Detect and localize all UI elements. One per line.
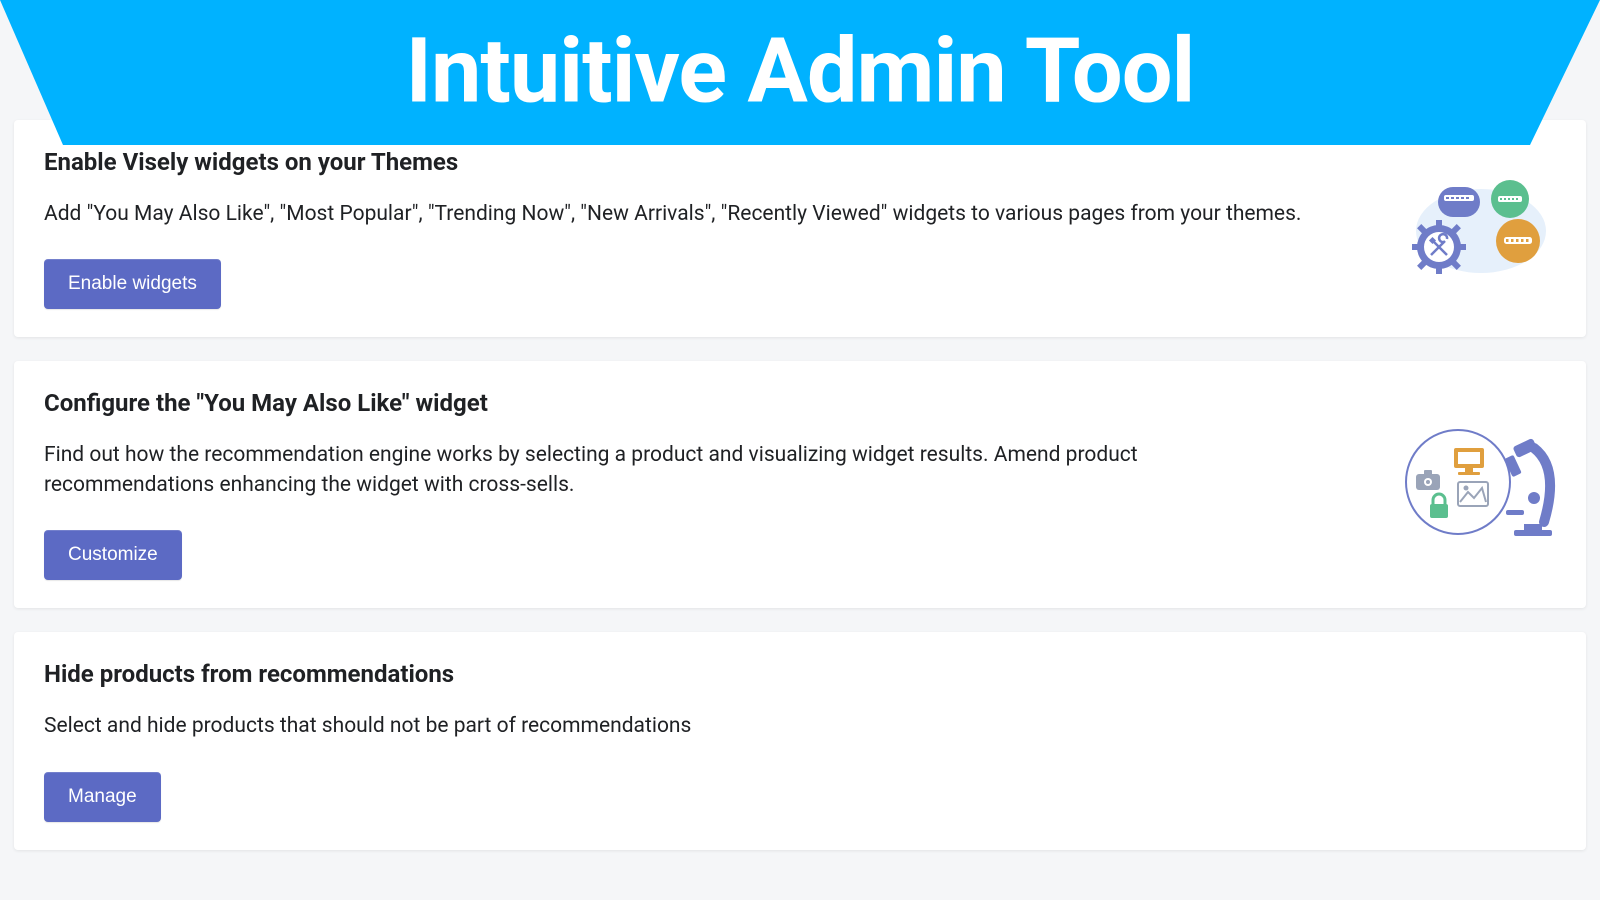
enable-widgets-button[interactable]: Enable widgets — [44, 259, 221, 309]
card-title: Enable Visely widgets on your Themes — [44, 148, 1324, 176]
manage-button[interactable]: Manage — [44, 772, 161, 822]
microscope-preview-icon — [1396, 420, 1556, 550]
customize-button[interactable]: Customize — [44, 530, 182, 580]
card-container: Enable Visely widgets on your Themes Add… — [14, 120, 1586, 874]
card-hide-products: Hide products from recommendations Selec… — [14, 632, 1586, 849]
widgets-cluster-icon — [1406, 169, 1556, 289]
card-configure-widget: Configure the "You May Also Like" widget… — [14, 361, 1586, 608]
card-description: Select and hide products that should not… — [44, 712, 1304, 741]
banner-title: Intuitive Admin Tool — [406, 18, 1195, 123]
card-enable-widgets: Enable Visely widgets on your Themes Add… — [14, 120, 1586, 337]
card-description: Find out how the recommendation engine w… — [44, 441, 1304, 500]
card-title: Hide products from recommendations — [44, 660, 1324, 688]
card-description: Add "You May Also Like", "Most Popular",… — [44, 200, 1304, 229]
card-title: Configure the "You May Also Like" widget — [44, 389, 1324, 417]
